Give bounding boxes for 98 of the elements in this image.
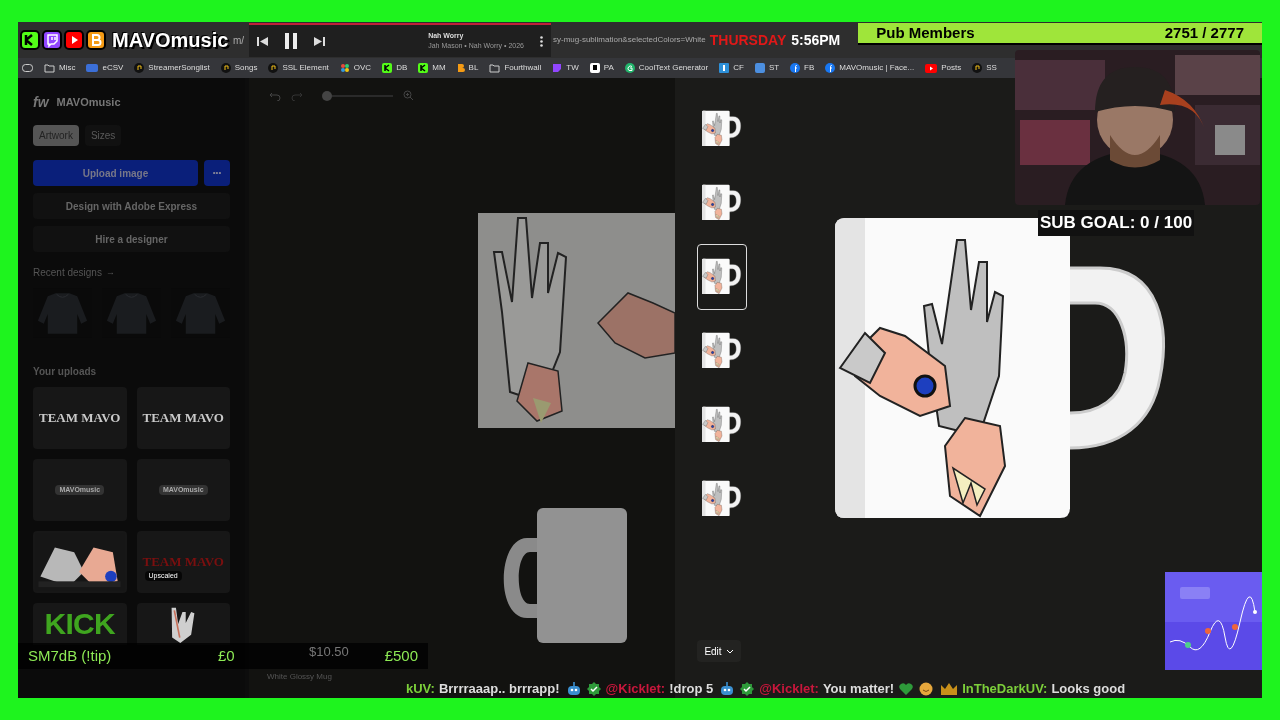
chat-message: You matter! — [822, 680, 895, 698]
st-icon — [754, 63, 765, 73]
smiley-icon — [918, 681, 935, 696]
bookmark[interactable]: OVC — [339, 62, 372, 74]
upload-tile[interactable]: TEAM MAVO — [136, 387, 230, 449]
bookmark[interactable]: DB — [382, 62, 408, 74]
heart-icon — [898, 681, 915, 696]
mug-drawing — [702, 184, 742, 222]
bookmark[interactable]: CoolText Generator — [624, 62, 709, 74]
more-button[interactable]: ••• — [204, 160, 230, 186]
url-text: m/ — [233, 33, 246, 48]
youtube-icon — [925, 63, 938, 73]
section-title: Your uploads — [33, 365, 98, 379]
robot-icon — [565, 681, 582, 696]
logo-text: fw — [33, 93, 49, 112]
facebook-icon — [825, 63, 836, 73]
play-icon — [64, 30, 84, 50]
bookmark[interactable]: CF — [719, 62, 744, 74]
price-label: $10.50 — [309, 643, 349, 661]
chat-username: @Kicklet: — [759, 680, 819, 698]
day-label: THURSDAY — [709, 33, 787, 47]
upload-tile[interactable]: KICK — [33, 603, 127, 645]
chat-username: @Kicklet: — [605, 680, 666, 698]
letter-icon — [86, 30, 106, 50]
wordmark-text: TEAM MAVO — [39, 409, 121, 428]
bookmark[interactable]: FB — [790, 62, 815, 74]
chat-message: !drop 5 — [669, 680, 714, 698]
folder-icon — [489, 63, 501, 73]
section-title: Recent designs — [33, 266, 102, 280]
robot-icon — [719, 681, 736, 696]
chat-message: Looks good — [1051, 680, 1126, 698]
g-icon — [624, 63, 635, 73]
dots-icon — [339, 63, 350, 73]
mug-drawing — [702, 406, 742, 444]
mug-drawing — [702, 258, 742, 296]
bookmark[interactable]: Fourthwall — [489, 62, 542, 74]
wordmark-text: KICK — [44, 609, 115, 639]
zoom-thumb[interactable] — [321, 90, 332, 101]
previous-icon[interactable] — [257, 35, 268, 47]
twitch-icon — [552, 63, 563, 73]
members-count: 2751 / 2777 — [1164, 22, 1244, 43]
edit-dropdown[interactable]: Edit — [697, 640, 741, 662]
tip-target: £500 — [384, 645, 418, 666]
tip-current: £0 — [218, 645, 235, 666]
tip-goal-label: SM7dB (!tip) — [28, 645, 113, 666]
more-icon[interactable] — [540, 35, 543, 47]
check-badge-icon — [585, 681, 602, 696]
chat-username: kUV: — [406, 680, 435, 698]
brand-name: MAVOmusic — [112, 30, 229, 50]
bookmark[interactable]: PA — [589, 62, 614, 74]
facebook-icon — [790, 63, 801, 73]
k-icon — [382, 63, 393, 73]
account-name: MAVOmusic — [56, 95, 121, 111]
chevron-down-icon — [725, 648, 734, 654]
csv-icon — [86, 64, 99, 72]
sub-goal-text: SUB GOAL: 0 / 100 — [1038, 210, 1195, 236]
b-icon — [456, 63, 465, 73]
bookmark[interactable]: Posts — [925, 62, 962, 74]
mug-drawing — [702, 332, 742, 370]
upload-tile[interactable]: TEAM MAVO — [33, 387, 127, 449]
letter-icon — [20, 30, 40, 50]
members-label: Pub Members — [876, 22, 975, 43]
bookmark[interactable]: SSL Element — [268, 62, 329, 74]
view-thumbnail[interactable] — [697, 244, 747, 310]
folder-icon — [44, 63, 55, 73]
bookmark[interactable]: ST — [754, 62, 780, 74]
bar-icon — [719, 63, 730, 73]
check-badge-icon — [739, 681, 756, 696]
chat-username: InTheDarkUV: — [962, 680, 1048, 698]
wordmark-text: TEAM MAVO — [142, 409, 224, 428]
zoom-slider[interactable] — [323, 90, 393, 101]
chat-message: Brrrraaap.. brrrapp! — [438, 680, 560, 698]
bookmark[interactable]: Misc — [44, 62, 76, 74]
next-icon[interactable] — [314, 35, 325, 47]
crown-icon — [940, 681, 959, 696]
mug-drawing — [702, 110, 742, 148]
bookmark[interactable]: TW — [552, 62, 579, 74]
pa-icon — [589, 63, 600, 73]
music-note-icon — [972, 63, 983, 73]
bookmark[interactable]: eCSV — [86, 62, 124, 74]
chat-bubble-icon — [42, 30, 62, 50]
time-label: 5:56PM — [791, 33, 841, 47]
url-text: sy-mug-sublimation&selectedColors=White — [553, 34, 706, 46]
bookmark[interactable]: MM — [418, 62, 446, 74]
bookmark[interactable]: StreamerSonglist — [134, 62, 210, 74]
bookmark[interactable]: MAVOmusic | Face... — [825, 62, 915, 74]
music-note-icon — [220, 63, 231, 73]
bookmark[interactable]: Songs — [220, 62, 258, 74]
pause-icon[interactable] — [284, 33, 298, 49]
k-icon — [418, 63, 429, 73]
upload-tile[interactable] — [136, 603, 230, 645]
tab-search-icon[interactable] — [22, 64, 33, 72]
bookmark[interactable]: SS — [972, 62, 997, 74]
mug-drawing — [702, 480, 742, 518]
music-note-icon — [268, 63, 279, 73]
music-note-icon — [134, 63, 145, 73]
bookmark[interactable]: BL — [456, 62, 479, 74]
wordmark-text: TEAM MAVO — [142, 553, 224, 572]
